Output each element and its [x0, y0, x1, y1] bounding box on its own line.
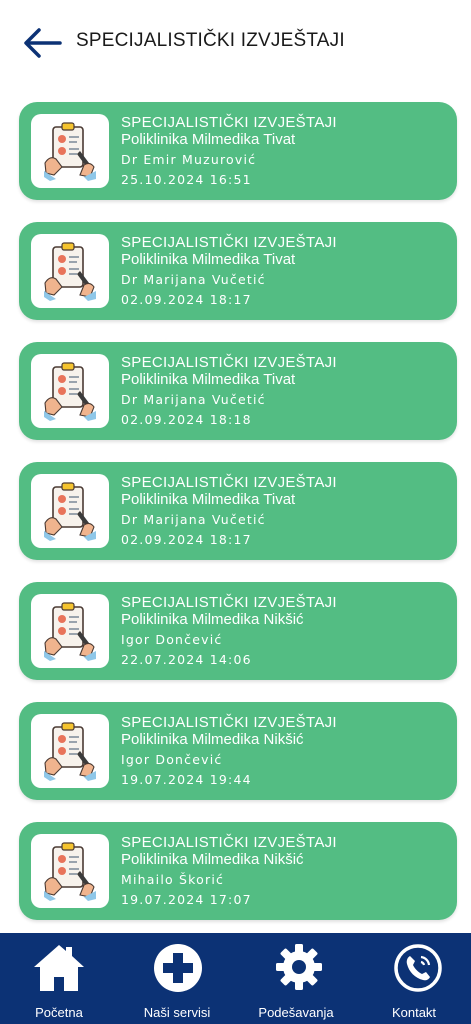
report-doctor: Dr Emir Muzurović	[121, 152, 257, 167]
report-datetime: 19.07.2024 17:07	[121, 892, 252, 907]
medical-cross-icon	[154, 944, 202, 992]
gear-icon	[276, 944, 322, 990]
report-list: SPECIJALISTIČKI IZVJEŠTAJI Poliklinika M…	[19, 102, 457, 942]
report-info: SPECIJALISTIČKI IZVJEŠTAJI Poliklinika M…	[121, 834, 337, 910]
nav-label: Početna	[35, 1005, 83, 1020]
clipboard-report-icon	[44, 722, 96, 781]
report-datetime: 02.09.2024 18:18	[121, 412, 252, 427]
nav-item-pocetna[interactable]: Početna	[0, 933, 118, 1024]
report-info: SPECIJALISTIČKI IZVJEŠTAJI Poliklinika M…	[121, 114, 337, 190]
report-info: SPECIJALISTIČKI IZVJEŠTAJI Poliklinika M…	[121, 594, 337, 670]
home-icon	[34, 945, 84, 991]
report-datetime: 22.07.2024 14:06	[121, 652, 252, 667]
clipboard-report-icon	[44, 362, 96, 421]
nav-item-kontakt[interactable]: Kontakt	[355, 933, 471, 1024]
phone-icon	[394, 944, 442, 992]
report-thumbnail	[31, 714, 109, 788]
report-clinic: Poliklinika Milmedika Tivat	[121, 371, 296, 388]
clipboard-report-icon	[44, 242, 96, 301]
report-type: SPECIJALISTIČKI IZVJEŠTAJI	[121, 474, 337, 491]
report-card[interactable]: SPECIJALISTIČKI IZVJEŠTAJI Poliklinika M…	[19, 342, 457, 440]
report-card[interactable]: SPECIJALISTIČKI IZVJEŠTAJI Poliklinika M…	[19, 582, 457, 680]
report-card[interactable]: SPECIJALISTIČKI IZVJEŠTAJI Poliklinika M…	[19, 222, 457, 320]
report-doctor: Dr Marijana Vučetić	[121, 272, 266, 287]
report-type: SPECIJALISTIČKI IZVJEŠTAJI	[121, 234, 337, 251]
report-datetime: 02.09.2024 18:17	[121, 292, 252, 307]
report-thumbnail	[31, 834, 109, 908]
report-clinic: Poliklinika Milmedika Nikšić	[121, 851, 304, 868]
back-button[interactable]	[22, 26, 62, 60]
report-info: SPECIJALISTIČKI IZVJEŠTAJI Poliklinika M…	[121, 354, 337, 430]
report-doctor: Mihailo Škorić	[121, 872, 225, 887]
report-datetime: 02.09.2024 18:17	[121, 532, 252, 547]
report-thumbnail	[31, 474, 109, 548]
arrow-left-icon	[24, 28, 62, 58]
report-info: SPECIJALISTIČKI IZVJEŠTAJI Poliklinika M…	[121, 714, 337, 790]
clipboard-report-icon	[44, 482, 96, 541]
report-type: SPECIJALISTIČKI IZVJEŠTAJI	[121, 834, 337, 851]
report-doctor: Igor Dončević	[121, 632, 223, 647]
nav-label: Podešavanja	[258, 1005, 334, 1020]
report-doctor: Dr Marijana Vučetić	[121, 392, 266, 407]
report-type: SPECIJALISTIČKI IZVJEŠTAJI	[121, 714, 337, 731]
report-card[interactable]: SPECIJALISTIČKI IZVJEŠTAJI Poliklinika M…	[19, 102, 457, 200]
report-clinic: Poliklinika Milmedika Tivat	[121, 491, 296, 508]
report-thumbnail	[31, 354, 109, 428]
report-info: SPECIJALISTIČKI IZVJEŠTAJI Poliklinika M…	[121, 474, 337, 550]
report-type: SPECIJALISTIČKI IZVJEŠTAJI	[121, 594, 337, 611]
report-thumbnail	[31, 234, 109, 308]
report-card[interactable]: SPECIJALISTIČKI IZVJEŠTAJI Poliklinika M…	[19, 822, 457, 920]
app-header: SPECIJALISTIČKI IZVJEŠTAJI	[0, 0, 471, 84]
report-info: SPECIJALISTIČKI IZVJEŠTAJI Poliklinika M…	[121, 234, 337, 310]
bottom-nav: Početna Naši servisi Podešavanja Kontakt	[0, 933, 471, 1024]
clipboard-report-icon	[44, 842, 96, 901]
report-doctor: Igor Dončević	[121, 752, 223, 767]
nav-item-podesavanja[interactable]: Podešavanja	[237, 933, 355, 1024]
report-doctor: Dr Marijana Vučetić	[121, 512, 266, 527]
nav-item-nasi-servisi[interactable]: Naši servisi	[118, 933, 236, 1024]
nav-label: Naši servisi	[143, 1005, 211, 1020]
report-card[interactable]: SPECIJALISTIČKI IZVJEŠTAJI Poliklinika M…	[19, 462, 457, 560]
report-thumbnail	[31, 114, 109, 188]
report-clinic: Poliklinika Milmedika Tivat	[121, 251, 296, 268]
report-card[interactable]: SPECIJALISTIČKI IZVJEŠTAJI Poliklinika M…	[19, 702, 457, 800]
report-datetime: 19.07.2024 19:44	[121, 772, 252, 787]
report-clinic: Poliklinika Milmedika Tivat	[121, 131, 296, 148]
report-clinic: Poliklinika Milmedika Nikšić	[121, 611, 304, 628]
report-datetime: 25.10.2024 16:51	[121, 172, 252, 187]
report-type: SPECIJALISTIČKI IZVJEŠTAJI	[121, 354, 337, 371]
nav-label: Kontakt	[391, 1005, 437, 1020]
clipboard-report-icon	[44, 602, 96, 661]
clipboard-report-icon	[44, 122, 96, 181]
report-thumbnail	[31, 594, 109, 668]
page-title: SPECIJALISTIČKI IZVJEŠTAJI	[76, 30, 345, 51]
report-clinic: Poliklinika Milmedika Nikšić	[121, 731, 304, 748]
report-type: SPECIJALISTIČKI IZVJEŠTAJI	[121, 114, 337, 131]
